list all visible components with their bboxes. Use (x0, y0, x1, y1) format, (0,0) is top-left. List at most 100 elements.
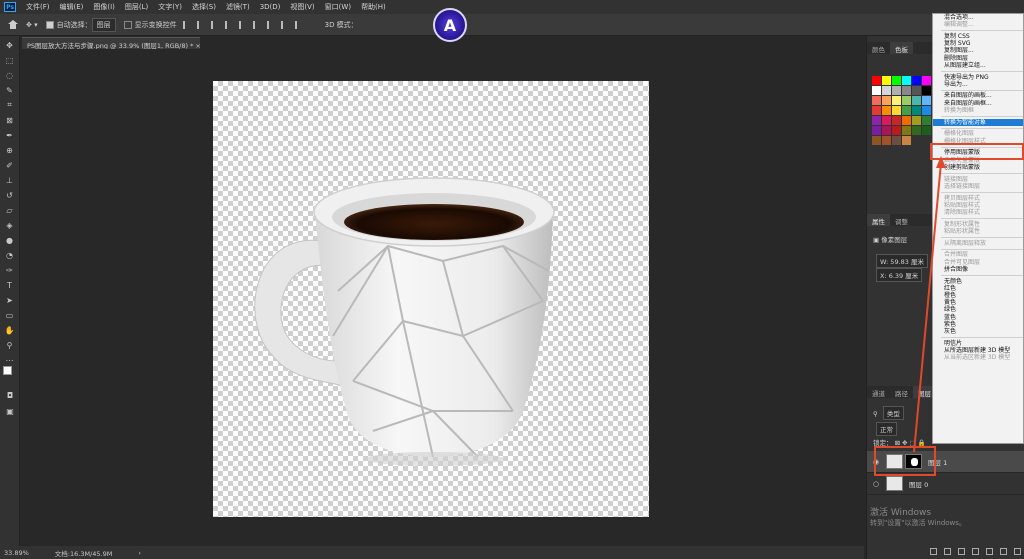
trash-icon[interactable] (1014, 547, 1021, 555)
align-top-icon[interactable] (224, 20, 233, 29)
menu-layer[interactable]: 图层(L) (120, 2, 153, 12)
mask-icon[interactable] (958, 547, 965, 555)
align-middle-icon[interactable] (238, 20, 247, 29)
quick-mask-icon[interactable]: ◘ (4, 389, 16, 401)
swatch[interactable] (872, 116, 881, 125)
swatch[interactable] (872, 126, 881, 135)
swatch[interactable] (912, 106, 921, 115)
swatch[interactable] (892, 136, 901, 145)
swatch[interactable] (912, 86, 921, 95)
crop-tool-icon[interactable]: ⌗ (4, 99, 16, 111)
healing-tool-icon[interactable]: ⊕ (4, 144, 16, 156)
context-menu-item[interactable]: 明信片 (933, 340, 1023, 347)
dodge-tool-icon[interactable]: ◔ (4, 249, 16, 261)
fx-icon[interactable] (944, 547, 951, 555)
swatch[interactable] (882, 116, 891, 125)
swatch[interactable] (892, 116, 901, 125)
move-tool-icon[interactable]: ✥ ▾ (26, 21, 38, 29)
swatch[interactable] (922, 76, 931, 85)
tab-adjustments[interactable]: 调整 (890, 214, 913, 226)
swatch[interactable] (872, 86, 881, 95)
context-menu-item[interactable]: 删除图层 (933, 55, 1023, 62)
swatch[interactable] (892, 126, 901, 135)
context-menu-item[interactable]: 拼合图像 (933, 266, 1023, 273)
context-menu-item[interactable]: 蓝色 (933, 314, 1023, 321)
context-menu-item[interactable]: 绿色 (933, 306, 1023, 313)
context-menu-item[interactable]: 无颜色 (933, 278, 1023, 285)
lasso-tool-icon[interactable]: ◌ (4, 69, 16, 81)
swatch[interactable] (902, 96, 911, 105)
swatch[interactable] (902, 106, 911, 115)
context-menu-item[interactable]: 来自图层的画板... (933, 92, 1023, 99)
eyedropper-tool-icon[interactable]: ✒ (4, 129, 16, 141)
swatch[interactable] (872, 76, 881, 85)
align-right-icon[interactable] (210, 20, 219, 29)
swatch[interactable] (902, 126, 911, 135)
status-arrow-icon[interactable]: › (138, 549, 141, 557)
align-center-icon[interactable] (196, 20, 205, 29)
blend-mode-select[interactable]: 正常 (873, 422, 897, 436)
swatch[interactable] (922, 126, 931, 135)
swatch[interactable] (882, 126, 891, 135)
adjustment-icon[interactable] (972, 547, 979, 555)
swatch[interactable] (872, 136, 881, 145)
tab-swatches[interactable]: 色板 (890, 42, 913, 54)
swatch[interactable] (902, 86, 911, 95)
foreground-color-swatch[interactable] (3, 366, 12, 375)
menu-window[interactable]: 窗口(W) (320, 2, 356, 12)
swatch[interactable] (892, 76, 901, 85)
context-menu-item[interactable]: 创建剪贴蒙版 (933, 164, 1023, 171)
swatch[interactable] (922, 86, 931, 95)
swatch[interactable] (872, 96, 881, 105)
swatch[interactable] (902, 116, 911, 125)
swatch[interactable] (882, 136, 891, 145)
menu-type[interactable]: 文字(Y) (153, 2, 187, 12)
context-menu-item[interactable]: 导出为... (933, 81, 1023, 88)
swatch[interactable] (902, 76, 911, 85)
shape-tool-icon[interactable]: ▭ (4, 309, 16, 321)
swatch[interactable] (882, 86, 891, 95)
distribute-v-icon[interactable] (294, 20, 303, 29)
swatch[interactable] (912, 126, 921, 135)
swatch[interactable] (922, 96, 931, 105)
canvas[interactable] (213, 81, 649, 517)
auto-select-checkbox[interactable] (45, 20, 54, 29)
brush-tool-icon[interactable]: ✐ (4, 159, 16, 171)
align-bottom-icon[interactable] (252, 20, 261, 29)
move-tool-icon[interactable]: ✥ (4, 39, 16, 51)
swatch[interactable] (912, 96, 921, 105)
tab-properties[interactable]: 属性 (867, 214, 890, 226)
auto-select-dropdown[interactable]: 图层 (91, 17, 116, 32)
frame-tool-icon[interactable]: ⊠ (4, 114, 16, 126)
menu-edit[interactable]: 编辑(E) (55, 2, 89, 12)
menu-3d[interactable]: 3D(D) (255, 3, 286, 11)
swatch[interactable] (892, 86, 901, 95)
swatch[interactable] (882, 106, 891, 115)
layer-thumbnail[interactable] (886, 476, 903, 491)
context-menu-item[interactable]: 复制图层... (933, 47, 1023, 54)
show-transform-option[interactable]: 显示变换控件 (123, 20, 177, 30)
swatch[interactable] (912, 76, 921, 85)
bucket-tool-icon[interactable]: ◈ (4, 219, 16, 231)
context-menu-item[interactable]: 红色 (933, 285, 1023, 292)
context-menu-item[interactable]: 转换为智能对象 (933, 118, 1023, 126)
zoom-readout[interactable]: 33.89% (4, 549, 29, 557)
menu-help[interactable]: 帮助(H) (356, 2, 391, 12)
marquee-tool-icon[interactable]: ⬚ (4, 54, 16, 66)
hand-tool-icon[interactable]: ✋ (4, 324, 16, 336)
swatch[interactable] (922, 106, 931, 115)
link-icon[interactable] (930, 547, 937, 555)
stamp-tool-icon[interactable]: ⊥ (4, 174, 16, 186)
tab-channels[interactable]: 通道 (867, 386, 890, 398)
context-menu-item[interactable]: 来自图层的画框... (933, 100, 1023, 107)
context-menu-item[interactable]: 从所选图层新建 3D 模型 (933, 347, 1023, 354)
screen-mode-icon[interactable]: ▣ (4, 405, 16, 417)
document-tab[interactable]: PS图层放大方法与步骤.png @ 33.9% (图层1, RGB/8) * × (22, 37, 201, 50)
zoom-tool-icon[interactable]: ⚲ (4, 339, 16, 351)
layer-name[interactable]: 图层 0 (909, 479, 928, 489)
layer-filter[interactable]: ⚲ 类型 (873, 406, 904, 420)
layer-row-0[interactable]: ○ 图层 0 (867, 473, 1024, 495)
more-tools-icon[interactable]: ⋯ (4, 354, 16, 366)
show-transform-checkbox[interactable] (123, 20, 132, 29)
menu-image[interactable]: 图像(I) (88, 2, 120, 12)
